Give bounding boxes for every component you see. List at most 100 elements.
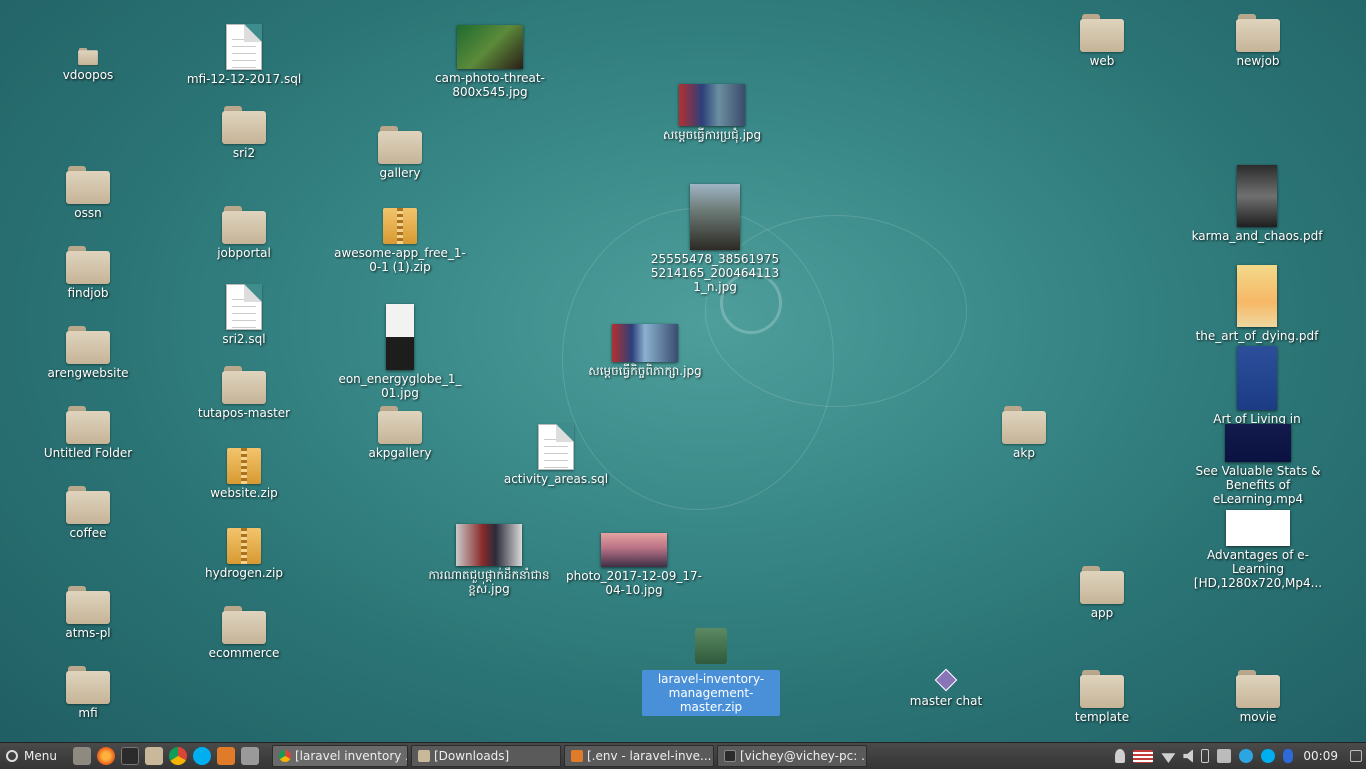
file-activity-areas-sql[interactable]: activity_areas.sql — [481, 424, 631, 486]
us-flag-icon[interactable] — [1133, 749, 1154, 763]
folder-newjob[interactable]: newjob — [1183, 14, 1333, 68]
folder-template[interactable]: template — [1027, 670, 1177, 724]
folder-akp[interactable]: akp — [949, 406, 1099, 460]
file-hydrogen-zip[interactable]: hydrogen.zip — [169, 528, 319, 580]
task-terminal[interactable]: [vichey@vichey-pc: ... — [716, 745, 867, 767]
volume-icon[interactable] — [1183, 749, 1194, 763]
skype-icon[interactable] — [192, 747, 211, 765]
sublime-icon — [570, 750, 583, 762]
chrome-icon — [278, 750, 291, 762]
image-thumbnail — [456, 524, 522, 566]
folder-icon — [1080, 566, 1124, 604]
video-thumbnail — [1225, 424, 1291, 462]
folder-mfi[interactable]: mfi — [13, 666, 163, 720]
battery-icon[interactable] — [1201, 749, 1210, 763]
folder-ecommerce[interactable]: ecommerce — [169, 606, 319, 660]
folder-icon — [1080, 14, 1124, 52]
folder-movie[interactable]: movie — [1183, 670, 1333, 724]
text-file-icon — [226, 24, 262, 70]
folder-icon — [78, 48, 98, 66]
folder-sri2[interactable]: sri2 — [169, 106, 319, 160]
launcher-master-chat[interactable]: master chat — [871, 668, 1021, 708]
folder-app[interactable]: app — [1027, 566, 1177, 620]
file-awesome-app-zip[interactable]: awesome-app_free_1-0-1 (1).zip — [325, 208, 475, 274]
notifications-icon[interactable] — [1350, 750, 1362, 762]
firefox-icon[interactable] — [96, 747, 115, 765]
terminal-icon — [723, 750, 736, 762]
folder-vdoopos[interactable]: vdoopos — [13, 48, 163, 82]
image-thumbnail — [612, 324, 678, 362]
text-file-icon — [538, 424, 574, 470]
sublime-icon[interactable] — [216, 747, 235, 765]
folder-gallery[interactable]: gallery — [325, 126, 475, 180]
folder-tutapos-master[interactable]: tutapos-master — [169, 366, 319, 420]
file-art-of-dying-pdf[interactable]: the_art_of_dying.pdf — [1182, 265, 1332, 343]
image-thumbnail — [386, 304, 414, 370]
app-launcher-icon — [934, 668, 958, 692]
image-thumbnail — [601, 533, 667, 567]
file-website-zip[interactable]: website.zip — [169, 448, 319, 500]
folder-icon — [66, 586, 110, 624]
image-thumbnail — [679, 84, 745, 126]
folder-atms-pl[interactable]: atms-pl — [13, 586, 163, 640]
show-desktop-icon[interactable] — [72, 747, 91, 765]
file-eon-energyglobe[interactable]: eon_energyglobe_1_01.jpg — [325, 304, 475, 400]
folder-web[interactable]: web — [1027, 14, 1177, 68]
file-karma-pdf[interactable]: karma_and_chaos.pdf — [1182, 165, 1332, 243]
desktop: vdoopos ossn findjob arengwebsite Untitl… — [0, 0, 1366, 742]
task-editor-env[interactable]: [.env - laravel-inve... — [563, 745, 714, 767]
archive-icon — [227, 528, 261, 564]
folder-icon — [66, 326, 110, 364]
skype-tray-icon[interactable] — [1261, 749, 1276, 763]
chrome-icon[interactable] — [168, 747, 187, 765]
pdf-thumbnail — [1237, 346, 1277, 410]
folder-icon — [66, 166, 110, 204]
folder-icon — [222, 606, 266, 644]
pdf-thumbnail — [1237, 165, 1277, 227]
image-thumbnail — [457, 25, 523, 69]
file-photo-2017[interactable]: photo_2017-12-09_17-04-10.jpg — [559, 533, 709, 597]
folder-icon — [1002, 406, 1046, 444]
folder-icon — [222, 206, 266, 244]
terminal-icon[interactable] — [120, 747, 139, 765]
menu-button[interactable]: Menu — [0, 743, 63, 769]
task-chrome[interactable]: [laravel inventory ... — [271, 745, 408, 767]
text-file-icon — [226, 284, 262, 330]
file-sri2-sql[interactable]: sri2.sql — [169, 284, 319, 346]
menu-icon — [6, 750, 18, 762]
folder-arengwebsite[interactable]: arengwebsite — [13, 326, 163, 380]
folder-coffee[interactable]: coffee — [13, 486, 163, 540]
folder-untitled[interactable]: Untitled Folder — [13, 406, 163, 460]
folder-icon — [222, 366, 266, 404]
folder-akpgallery[interactable]: akpgallery — [325, 406, 475, 460]
file-photo-2555[interactable]: 25555478_385619755214165_2004641131_n.jp… — [640, 184, 790, 294]
user-icon[interactable] — [1115, 749, 1126, 763]
folder-icon — [66, 486, 110, 524]
clock[interactable]: 00:09 — [1303, 749, 1338, 763]
folder-icon — [222, 106, 266, 144]
folder-findjob[interactable]: findjob — [13, 246, 163, 300]
bluetooth-icon[interactable] — [1283, 749, 1294, 763]
telegram-icon[interactable] — [1239, 749, 1254, 763]
file-advantages-elearning[interactable]: Advantages of e-Learning [HD,1280x720,Mp… — [1183, 510, 1333, 590]
folder-icon — [417, 750, 430, 762]
file-cam-photo[interactable]: cam-photo-threat-800x545.jpg — [415, 25, 565, 99]
wifi-icon[interactable] — [1161, 753, 1176, 763]
video-thumbnail — [1226, 510, 1290, 546]
file-kh-photo2[interactable]: សម្តេចធ្វើកិច្ចពិភាក្សា.jpg — [570, 324, 720, 378]
file-mfi-sql[interactable]: mfi-12-12-2017.sql — [169, 24, 319, 86]
file-manager-icon[interactable] — [144, 747, 163, 765]
taskbar: Menu [laravel inventory ... [Downloads] … — [0, 742, 1366, 769]
file-elearning-mp4[interactable]: See Valuable Stats & Benefits of eLearni… — [1183, 424, 1333, 506]
system-tray: 00:09 — [1111, 743, 1366, 769]
clipboard-icon[interactable] — [1217, 749, 1232, 763]
file-kh-photo3[interactable]: ការណាតជួបផ្តាក់ដឹកនាំជានខ្ពស់.jpg — [414, 524, 564, 596]
file-kh-photo1[interactable]: សម្តេចធ្វើការប្រជុំ.jpg — [637, 84, 787, 142]
archive-icon — [227, 448, 261, 484]
file-laravel-zip[interactable]: laravel-inventory-management-master.zip — [636, 628, 786, 716]
folder-jobportal[interactable]: jobportal — [169, 206, 319, 260]
screenshot-icon[interactable] — [240, 747, 259, 765]
task-downloads[interactable]: [Downloads] — [410, 745, 561, 767]
folder-icon — [1236, 670, 1280, 708]
folder-ossn[interactable]: ossn — [13, 166, 163, 220]
